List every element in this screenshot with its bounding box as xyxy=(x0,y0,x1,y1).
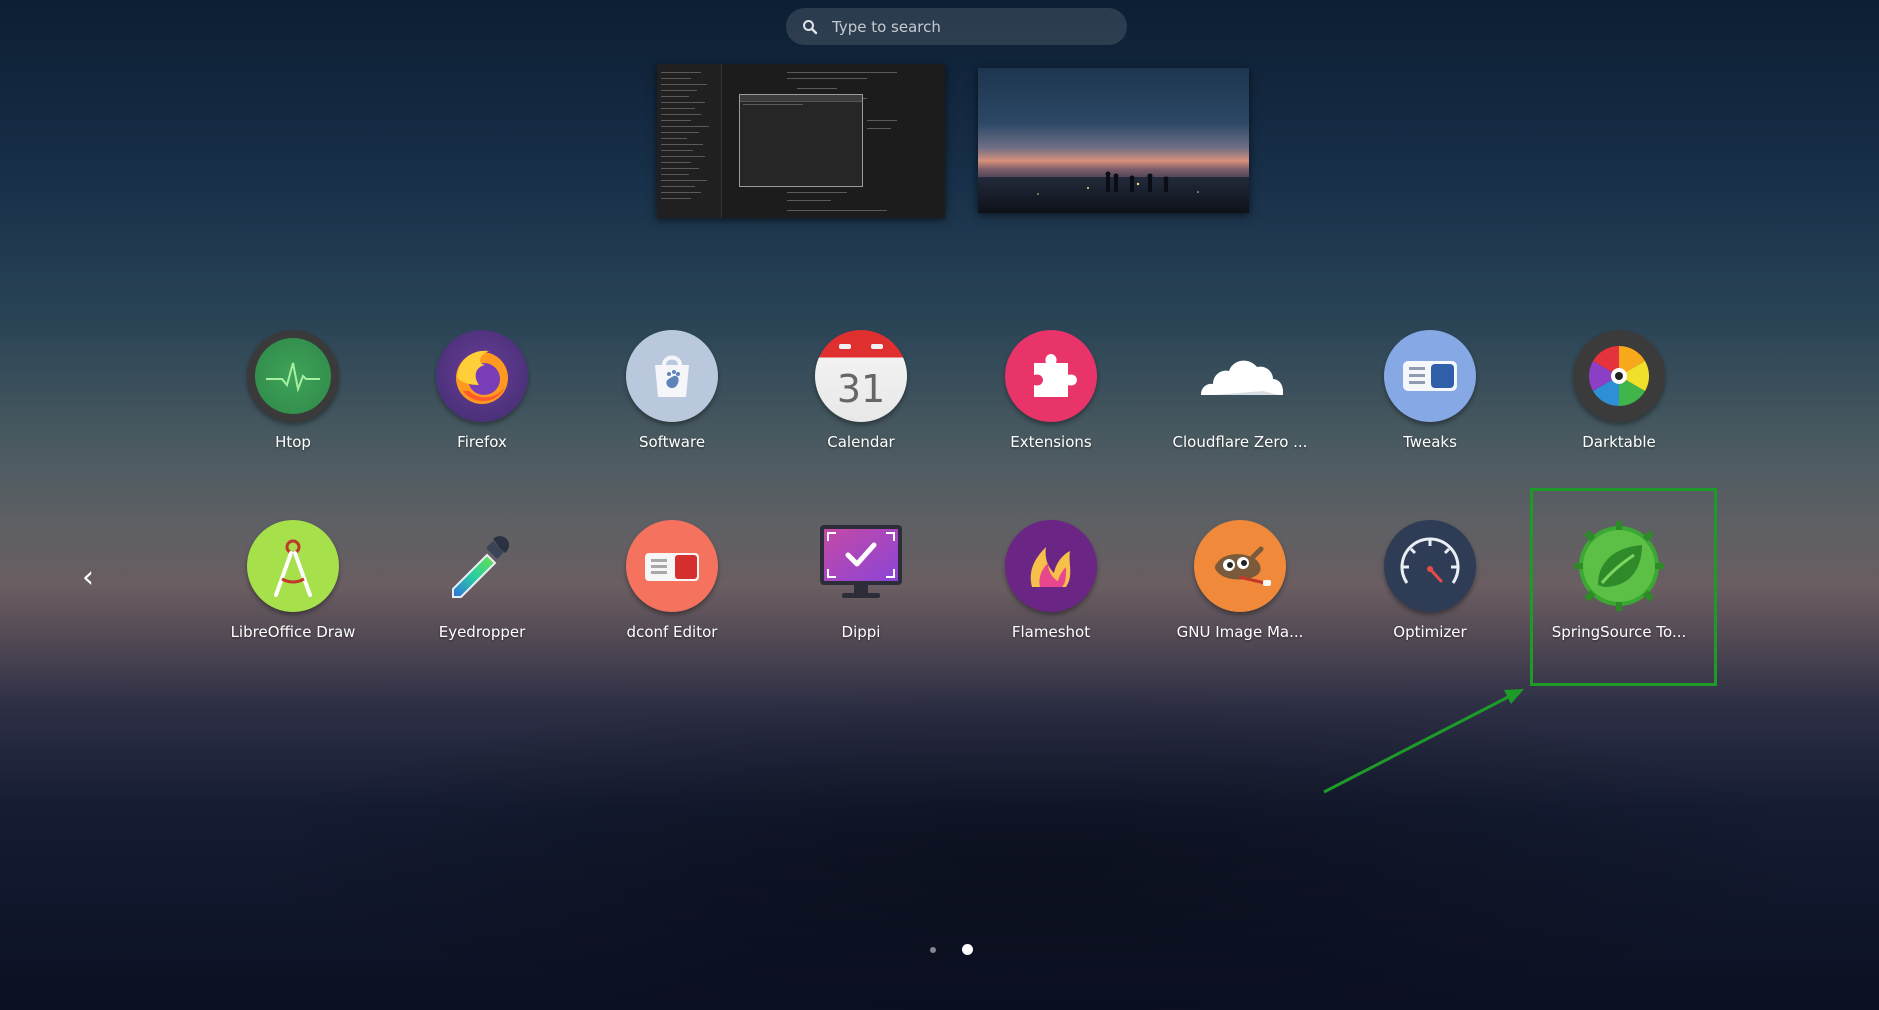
page-dot-2[interactable] xyxy=(962,944,973,955)
pagination-dots xyxy=(930,944,973,955)
annotation-arrow xyxy=(1323,689,1524,794)
page-dot-1[interactable] xyxy=(930,946,936,953)
